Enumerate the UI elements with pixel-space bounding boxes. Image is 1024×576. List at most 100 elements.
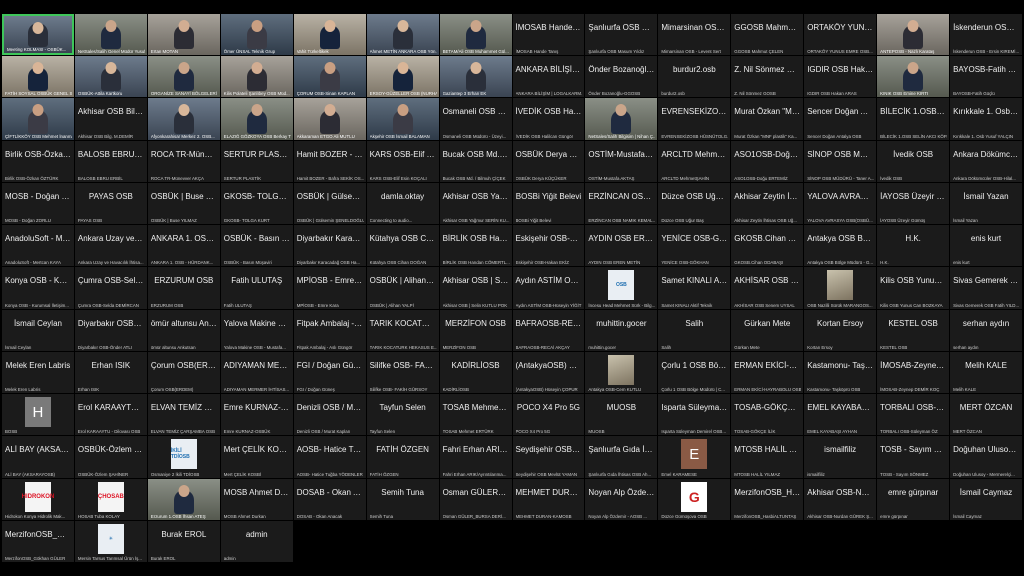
participant-tile[interactable]: Z. Nil Sönmez GOSB Z. Nil Sönmez GOSB (731, 56, 804, 98)
participant-tile[interactable]: İKİLİ TDİOSB Osmaniye 2 İkili TDİOSB (147, 436, 220, 478)
participant-tile[interactable]: Kilis OSB Yunus Ca... Kilis OSB Yunus Can… (877, 267, 950, 309)
participant-tile[interactable]: Afyonkarahisar Merkez 2. OSB... (147, 98, 220, 140)
participant-tile[interactable]: Yalova Makine OSB... Yalova Makine OSB - … (220, 309, 293, 351)
participant-tile[interactable]: TOSB - Sayım SÖN... TOSB - Sayım SÖNMEZ (877, 436, 950, 478)
participant-tile[interactable]: Silifke OSB- FAKİH... Silifke OSB- FAKİH … (366, 351, 439, 394)
participant-tile[interactable]: BALOSB EBRU ERBİL BALOSB EBRU ERBİL (74, 140, 147, 182)
participant-tile[interactable]: Mimarsinan OSB - Leve... Mimarsinan OSB -… (658, 14, 731, 56)
participant-tile[interactable]: BİRLİK OSB Handan... BİRLİK OSB Handan CÖ… (439, 225, 512, 267)
participant-tile[interactable]: İAYOSB Üzeyir Güm... İAYOSB Üzeyir Gümüş (877, 182, 950, 225)
participant-tile[interactable]: Doğuhan Ulusoy -... Doğuhan Ulusoy - Merm… (950, 436, 1022, 478)
participant-tile[interactable]: Akşehir OSB İsmail BALAMAN (366, 98, 439, 140)
participant-tile[interactable]: ÇHOSAB HOSAB Tuba KOLAY (74, 478, 147, 520)
participant-tile[interactable]: MOSB Ahmet Durkan MOSB Ahmet Durkan (220, 478, 293, 520)
participant-tile[interactable]: ARCLTD MehmetŞ... ARCLTD MehmetŞAHİN (658, 140, 731, 182)
participant-tile[interactable]: Bucak OSB Md./ Bi... Bucak OSB Md. / Bilm… (439, 140, 512, 182)
participant-tile[interactable]: Akhisar Zeytin İhtis... Akhisar Zeytin İh… (731, 182, 804, 225)
participant-tile[interactable]: ALİ BAY (AKSARAY... ALİ BAY (AKSARAYOSB) (2, 436, 74, 478)
participant-tile[interactable]: GGOSB Mahmut ÇE... GGOSB Mahmut ÇELEN (731, 14, 804, 56)
participant-tile[interactable]: ANKARA BİLİŞİM | L... ANKARA BİLİŞİM | LO… (512, 56, 585, 98)
participant-tile[interactable]: ADIYAMAN MERME... ADIYAMAN MERMER İHTİSAS… (220, 351, 293, 394)
participant-tile[interactable]: Akhisar OSB Bilg. M... Akhisar OSB Bilg. … (74, 98, 147, 140)
participant-tile[interactable]: Çumra OSB-Selda... Çumra OSB-Selda DEMİRC… (74, 267, 147, 309)
participant-tile[interactable]: İskenderun OSB - Ers... İskenderun OSB - … (950, 14, 1022, 56)
participant-tile[interactable]: OSB Nazilli Sürük MARANGOS... (804, 267, 877, 309)
participant-tile[interactable]: H.K. H.K. (877, 225, 950, 267)
participant-tile[interactable]: PAYAS OSB PAYAS OSB (74, 182, 147, 225)
participant-tile[interactable]: SİNOP OSB MÜDÜ... SİNOP OSB MÜDÜRÜ - Tane… (804, 140, 877, 182)
participant-tile[interactable]: Samet KINALI Akti... Samet KINALI Aktif T… (658, 267, 731, 309)
participant-tile[interactable]: Vahit Türkeltikek (293, 14, 366, 56)
participant-tile[interactable]: MTOSB HALİL YILM... MTOSB HALİL YILMAZ (731, 436, 804, 478)
participant-tile[interactable]: İvedik OSB İvedik OSB (877, 140, 950, 182)
participant-tile[interactable]: SERTUR PLASTİK SERTUR PLASTİK (220, 140, 293, 182)
participant-tile[interactable]: TORBALI OSB-Süle... TORBALI OSB-Süleyman … (877, 394, 950, 436)
participant-tile[interactable]: BETAM/Ali OSB Muhammet Gül... (439, 14, 512, 56)
participant-tile[interactable]: ömür altunsu Ankut... ömür altunsu Ankuts… (147, 309, 220, 351)
participant-tile[interactable]: Osman GÜLER_BU... Osman GÜLER_BURSA DERİ.… (439, 478, 512, 520)
participant-tile[interactable]: enis kurt enis kurt (950, 225, 1022, 267)
participant-tile[interactable]: İMOSAB Hande Tanış İMOSAB Hande Tanış (512, 14, 585, 56)
participant-tile[interactable]: ELAZIĞ GÖZKOYA OSB Berkay TOK... (220, 98, 293, 140)
participant-tile[interactable]: İVEDİK OSB Halilca... İVEDİK OSB Halilcan… (512, 98, 585, 140)
participant-tile[interactable]: Melek Eren Labris Melek Eren Labris (2, 351, 74, 394)
participant-tile[interactable]: ÇORUM OSB-Sinan KAPLAN (293, 56, 366, 98)
participant-tile[interactable]: Birlik OSB-Özkan Ö... Birlik OSB-Özkan ÖZ… (2, 140, 74, 182)
participant-tile[interactable]: OSBÜK | Alihan YALPİ OSBÜK | Alihan YALPİ (366, 267, 439, 309)
participant-tile[interactable]: Kırıkkale 1. Osb Yus... Kırıkkale 1. Osb … (950, 98, 1022, 140)
participant-tile[interactable]: KADİRLİOSB KADİRLİOSB (439, 351, 512, 394)
participant-tile[interactable]: KINIK OSB Emine KIRTI (877, 56, 950, 98)
participant-tile[interactable]: ismailfiliz ismailfiliz (804, 436, 877, 478)
participant-tile[interactable]: ORTAKÖY YUNUS... ORTAKÖY YUNUS EMRE OSB..… (804, 14, 877, 56)
participant-tile[interactable]: admin admin (220, 520, 293, 562)
participant-tile[interactable]: Denizli OSB / Murat... Denizli OSB / Mura… (293, 394, 366, 436)
participant-tile[interactable]: YALOVA AVRASYA... YALOVA AVRASYA OSB(OSBÜ… (804, 182, 877, 225)
participant-tile[interactable]: G Düzce Gümüşova OSB (658, 478, 731, 520)
participant-tile[interactable]: Ertan MOTAN (147, 14, 220, 56)
participant-tile[interactable]: FGI / Doğan Güneş FGI / Doğan Güneş (293, 351, 366, 394)
participant-tile[interactable]: Düzce OSB Uğur Baş Düzce OSB Uğur Baş (658, 182, 731, 225)
participant-tile[interactable]: Gürkan Mete Gürkan Mete (731, 309, 804, 351)
participant-tile[interactable]: YENİCE OSB-GÖK... YENİCE OSB-GÖKHAN (658, 225, 731, 267)
participant-tile[interactable]: GKOSB- TOLGA KU... GKOSB- TOLGA KURT (220, 182, 293, 225)
participant-tile[interactable]: İsmail Yazan İsmail Yazan (950, 182, 1022, 225)
participant-tile[interactable]: Ankara Dökümcüler... Ankara Dökümcüler OS… (950, 140, 1022, 182)
participant-tile[interactable]: Kortan Ersoy Kortan Ersoy (804, 309, 877, 351)
participant-tile[interactable]: Erzurum 1.OSB İhsan ATEŞ (147, 478, 220, 520)
participant-tile[interactable]: İMOSAB-Zeynep D... İMOSAB-Zeynep DEMİR KO… (877, 351, 950, 394)
participant-tile[interactable]: OSBÜK | Gülsemin... OSBÜK | Gülsemin ŞENE… (293, 182, 366, 225)
participant-tile[interactable]: AKHİSAR OSB Sene... AKHİSAR OSB Senem UYS… (731, 267, 804, 309)
participant-tile[interactable]: Seydişehir OSB Me... Seydişehir OSB Mevlü… (512, 436, 585, 478)
participant-tile[interactable]: GKOSB.Cihan ODA... GKOSB.Cihan ODABAŞI (731, 225, 804, 267)
participant-tile[interactable]: MEHMET DURAN-... MEHMET DURAN-KAMOSB (512, 478, 585, 520)
participant-tile[interactable]: Ömer ÜNSAL Teknik Grup (220, 14, 293, 56)
participant-tile[interactable]: ÇİFTLİKKÖY OSB Mehmet İnanmaz ÖZTÜRK (2, 98, 74, 140)
participant-tile[interactable]: E Emel KARAMESE (658, 436, 731, 478)
participant-tile[interactable]: OSBÜK - Basın Müş... OSBÜK - Basın Müşavi… (220, 225, 293, 267)
participant-tile[interactable]: FATİH ÖZGEN FATİH ÖZGEN (366, 436, 439, 478)
participant-tile[interactable]: OSBÜK-Attila Kartkoru (74, 56, 147, 98)
participant-tile[interactable]: OSBÜK | Buse YILM... OSBÜK | Buse YILMAZ (147, 182, 220, 225)
participant-tile[interactable]: ✳ Mersin Tarsus Tarımsal Ürün İş... (74, 520, 147, 562)
participant-tile[interactable]: Isparta Süleyman D... Isparta Süleyman De… (658, 394, 731, 436)
participant-tile[interactable]: Salih Salih (658, 309, 731, 351)
participant-tile[interactable]: AnadoluSoft - Mert... AnadoluSoft - Mertc… (2, 225, 74, 267)
participant-tile[interactable]: Ankara Uzay ve Hav... Ankara Uzay ve Hava… (74, 225, 147, 267)
participant-tile[interactable]: MerzifonOSB_Hasb... MerzifonOSB_HasbiALTU… (731, 478, 804, 520)
participant-tile[interactable]: TARIK KOCATURK... TARIK KOCATURK HEKASUS … (366, 309, 439, 351)
participant-tile[interactable]: muhittin.gocer muhittin.gocer (585, 309, 658, 351)
participant-tile[interactable]: Aydın ASTİM OSB-Hüse... Aydın ASTİM OSB-H… (512, 267, 585, 309)
participant-tile[interactable]: Murat Özkan "MNF... Murat Özkan "MNF plas… (731, 98, 804, 140)
participant-tile[interactable]: TOSAB Mehmet ER... TOSAB Mehmet ERTÜRK (439, 394, 512, 436)
participant-tile[interactable]: Kilis Polateli Şanlıbey OSB Müd... (220, 56, 293, 98)
participant-tile[interactable]: İsmail Caymaz İsmail Caymaz (950, 478, 1022, 520)
participant-tile[interactable]: BAYOSB-Fatih Güçlü BAYOSB-Fatih Güçlü (950, 56, 1022, 98)
participant-tile[interactable]: H BOSB (2, 394, 74, 436)
participant-tile[interactable]: Akkaraman ETGO Ali MUTLU (293, 98, 366, 140)
participant-tile[interactable]: EVRENSEKİZOSB H... EVRENSEKİZOSB HÜSNÜTOL… (658, 98, 731, 140)
participant-tile[interactable]: OSB İncesu Head Mehmet Sürk - Bilg... (585, 267, 658, 309)
participant-tile[interactable]: Erhan ISIK Erhan ISIK (74, 351, 147, 394)
participant-tile[interactable]: Konya OSB - Kurum... Konya OSB - Kurumsal… (2, 267, 74, 309)
participant-tile[interactable]: Semih Tuna Semih Tuna (366, 478, 439, 520)
participant-tile[interactable]: MPİOSB - Emre Kara MPİOSB - Emre Kara (293, 267, 366, 309)
